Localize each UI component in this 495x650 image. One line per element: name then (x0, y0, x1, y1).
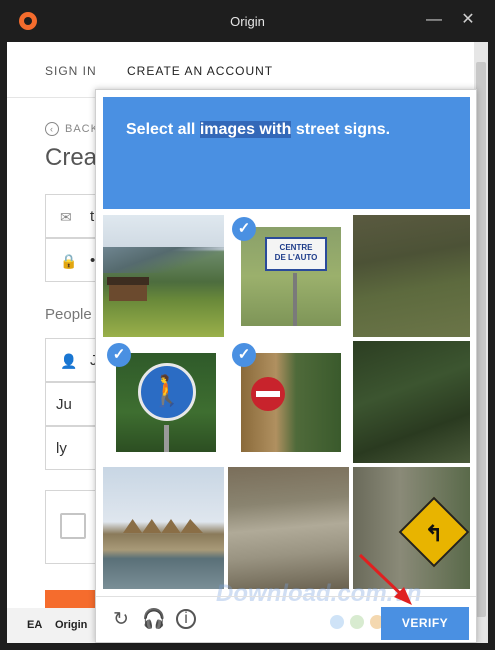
window-title: Origin (230, 14, 265, 29)
street-sign-photo: CENTRE DE L'AUTO (241, 227, 341, 326)
red-arrow-annotation (358, 553, 412, 605)
scrollbar-thumb[interactable] (476, 62, 486, 617)
pedestrian-sign: 🚶 (138, 363, 196, 421)
back-link[interactable]: ‹ BACK (45, 122, 99, 136)
street-sign-photo: 🚶 (116, 353, 216, 452)
centre-auto-sign: CENTRE DE L'AUTO (265, 237, 327, 271)
captcha-header: Select all images with street signs. (103, 97, 470, 209)
people-label: People (45, 306, 92, 323)
mountain-village-photo (103, 215, 224, 337)
checkmark-icon: ✓ (232, 217, 256, 241)
checkmark-icon: ✓ (107, 343, 131, 367)
street-sign-photo (241, 353, 341, 452)
footer: EA Origin (7, 608, 97, 643)
tab-create-account[interactable]: CREATE AN ACCOUNT (127, 64, 273, 78)
recaptcha-checkbox[interactable] (60, 513, 86, 539)
trees-photo (353, 341, 470, 463)
captcha-challenge: Select all images with street signs. CEN… (95, 89, 477, 643)
captcha-instruction: Select all images with street signs. (126, 121, 391, 138)
headphones-icon[interactable]: 🎧 (142, 609, 166, 631)
page-title: Crea (45, 144, 98, 171)
image-tile[interactable] (103, 215, 224, 337)
image-tile[interactable] (228, 467, 349, 589)
verify-button[interactable]: VERIFY (381, 607, 469, 640)
back-label: BACK (65, 123, 99, 135)
tab-sign-in[interactable]: SIGN IN (45, 64, 97, 78)
back-arrow-icon: ‹ (45, 122, 59, 136)
close-button[interactable]: ✕ (458, 10, 478, 30)
dot (330, 615, 344, 629)
arrow-icon: ↰ (424, 521, 444, 546)
lock-icon: 🔒 (60, 253, 78, 269)
image-tile[interactable]: CENTRE DE L'AUTO ✓ (228, 215, 349, 337)
person-icon: 👤 (60, 353, 78, 369)
image-tile[interactable]: 🚶 ✓ (103, 341, 224, 463)
minimize-button[interactable]: — (424, 10, 444, 30)
ea-logo: EA (27, 619, 43, 631)
image-tile[interactable]: ✓ (228, 341, 349, 463)
reload-icon[interactable]: ↻ (110, 609, 132, 631)
grass-photo (353, 215, 470, 337)
lakeside-photo (103, 467, 224, 589)
dot (350, 615, 364, 629)
checkmark-icon: ✓ (232, 343, 256, 367)
image-tile[interactable] (103, 467, 224, 589)
month-value: Ju (56, 396, 72, 413)
image-tile[interactable] (353, 215, 474, 337)
image-grid: CENTRE DE L'AUTO ✓ 🚶 ✓ ✓ ↰ (103, 215, 470, 593)
image-tile[interactable] (353, 341, 474, 463)
no-entry-sign (251, 377, 285, 411)
wall-photo (228, 467, 349, 589)
mail-icon: ✉ (60, 209, 72, 225)
captcha-footer: ↻ 🎧 i VERIFY (96, 553, 476, 643)
year-value: ly (56, 440, 67, 457)
info-icon[interactable]: i (176, 609, 196, 629)
origin-footer-logo: Origin (55, 619, 88, 631)
title-bar: Origin — ✕ (0, 0, 495, 42)
